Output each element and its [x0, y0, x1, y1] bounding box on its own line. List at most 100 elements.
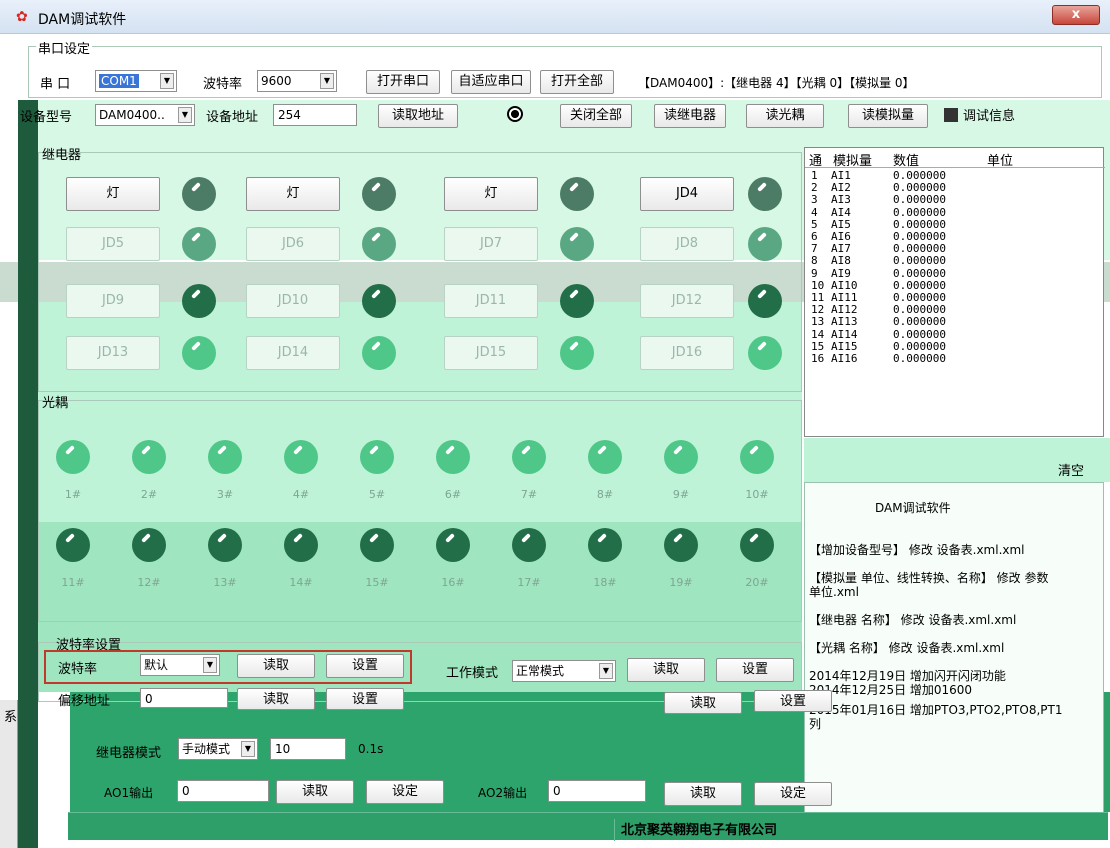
optical-group-label: 光耦 [42, 396, 69, 411]
offset-set-button[interactable]: 设置 [326, 688, 404, 710]
table-cell-val: 0.000000 [893, 205, 946, 219]
table-cell-n: 12 [811, 303, 825, 317]
optical-status-led-icon [208, 440, 242, 474]
baud-select[interactable]: 9600 ▼ [257, 70, 337, 92]
relay-button-11[interactable]: JD11 [444, 284, 538, 318]
relay-button-9[interactable]: JD9 [66, 284, 160, 318]
read-optical-button[interactable]: 读光耦 [746, 104, 824, 128]
relay-button-16[interactable]: JD16 [640, 336, 734, 370]
close-button[interactable]: x [1052, 5, 1100, 25]
optical-label: 18# [593, 576, 617, 589]
table-cell-name: AI6 [831, 230, 851, 243]
relay-button-14[interactable]: JD14 [246, 336, 340, 370]
port-label: 串 口 [40, 77, 71, 92]
work-mode-select[interactable]: 正常模式 ▼ [512, 660, 616, 682]
table-cell-name: AI11 [831, 291, 858, 304]
optical-label: 13# [213, 576, 237, 589]
optical-status-led-icon [284, 440, 318, 474]
relay-status-led-icon [748, 177, 782, 211]
read-relay-button[interactable]: 读继电器 [654, 104, 726, 128]
table-cell-n: 10 [811, 278, 825, 292]
offset-label: 偏移地址 [58, 694, 111, 709]
ao1-set-button[interactable]: 设定 [366, 780, 444, 804]
ao1-field[interactable]: 0 [177, 780, 269, 802]
relay-button-5[interactable]: JD5 [66, 227, 160, 261]
col-header-unit: 单位 [987, 154, 1014, 169]
ao2-read-button[interactable]: 读取 [664, 782, 742, 806]
title-bar: ✿ DAM调试软件 x [0, 0, 1110, 34]
ao2-set-button[interactable]: 设定 [754, 782, 832, 806]
relay-button-12[interactable]: JD12 [640, 284, 734, 318]
open-all-button[interactable]: 打开全部 [540, 70, 614, 94]
relay-button-10[interactable]: JD10 [246, 284, 340, 318]
relay-time-unit: 0.1s [358, 742, 384, 756]
relay-button-2[interactable]: 灯 [246, 177, 340, 211]
read-analog-button[interactable]: 读模拟量 [848, 104, 928, 128]
table-cell-name: AI12 [831, 303, 858, 317]
info-line: 2015年01月16日 增加PTO3,PTO2,PTO8,PT1 [809, 703, 1063, 717]
baud-rate-select[interactable]: 默认 ▼ [140, 654, 220, 676]
read-address-button[interactable]: 读取地址 [378, 104, 458, 128]
baud-set-button[interactable]: 设置 [326, 654, 404, 678]
serial-group-label: 串口设定 [36, 38, 93, 57]
offset-read-button[interactable]: 读取 [237, 688, 315, 710]
table-cell-name: AI4 [831, 205, 851, 219]
optical-label: 7# [520, 488, 538, 501]
address-label: 设备地址 [206, 110, 259, 125]
info-line: 【光耦 名称】 修改 设备表.xml.xml [809, 641, 1005, 655]
info-line: 单位.xml [809, 585, 859, 599]
mode-set-button[interactable]: 设置 [716, 658, 794, 682]
read-button-lower[interactable]: 读取 [664, 692, 742, 714]
radio-indicator[interactable] [507, 106, 523, 122]
relay-button-8[interactable]: JD8 [640, 227, 734, 261]
ao2-field[interactable]: 0 [548, 780, 646, 802]
table-cell-val: 0.000000 [893, 193, 946, 207]
relay-mode-select[interactable]: 手动模式 ▼ [178, 738, 258, 760]
table-cell-n: 4 [811, 205, 818, 219]
table-cell-n: 14 [811, 327, 825, 341]
table-cell-name: AI13 [831, 315, 858, 329]
relay-button-3[interactable]: 灯 [444, 177, 538, 211]
optical-status-led-icon [740, 528, 774, 562]
relay-button-7[interactable]: JD7 [444, 227, 538, 261]
offset-field[interactable]: 0 [140, 688, 228, 708]
mode-read-button[interactable]: 读取 [627, 658, 705, 682]
debug-info-label[interactable]: 调试信息 [963, 105, 1015, 124]
optical-label: 2# [140, 488, 158, 501]
baud-read-button[interactable]: 读取 [237, 654, 315, 678]
clear-button[interactable]: 清空 [1058, 460, 1084, 479]
open-port-button[interactable]: 打开串口 [366, 70, 440, 94]
port-select[interactable]: COM1 ▼ [95, 70, 177, 92]
table-cell-val: 0.000000 [893, 303, 946, 317]
optical-status-led-icon [208, 528, 242, 562]
optical-label: 9# [672, 488, 690, 501]
info-title: DAM调试软件 [875, 501, 951, 515]
relay-status-led-icon [748, 336, 782, 370]
table-cell-name: AI10 [831, 278, 858, 292]
optical-status-led-icon [360, 440, 394, 474]
relay-button-13[interactable]: JD13 [66, 336, 160, 370]
baud-label: 波特率 [203, 77, 243, 92]
col-header-channel: 通 [809, 154, 823, 169]
analog-table[interactable]: 通 模拟量 数值 单位 1 AI1 0.000000 2 AI2 0.000000 3 AI3… [804, 147, 1105, 437]
ao1-read-button[interactable]: 读取 [276, 780, 354, 804]
relay-time-field[interactable]: 10 [270, 738, 346, 760]
close-all-button[interactable]: 关闭全部 [560, 104, 632, 128]
left-dark-strip [18, 100, 38, 848]
auto-port-button[interactable]: 自适应串口 [451, 70, 531, 94]
dropdown-arrow-icon: ▼ [178, 107, 192, 123]
model-select[interactable]: DAM0400.. ▼ [95, 104, 195, 126]
optical-status-led-icon [56, 440, 90, 474]
relay-button-15[interactable]: JD15 [444, 336, 538, 370]
optical-status-led-icon [588, 440, 622, 474]
set-button-lower[interactable]: 设置 [754, 690, 832, 712]
relay-status-led-icon [182, 284, 216, 318]
relay-button-6[interactable]: JD6 [246, 227, 340, 261]
address-field[interactable]: 254 [273, 104, 357, 126]
table-cell-val: 0.000000 [893, 291, 946, 304]
relay-status-led-icon [182, 227, 216, 261]
table-cell-val: 0.000000 [893, 327, 946, 341]
side-text: 系 [4, 710, 18, 725]
relay-button-4[interactable]: JD4 [640, 177, 734, 211]
relay-button-1[interactable]: 灯 [66, 177, 160, 211]
